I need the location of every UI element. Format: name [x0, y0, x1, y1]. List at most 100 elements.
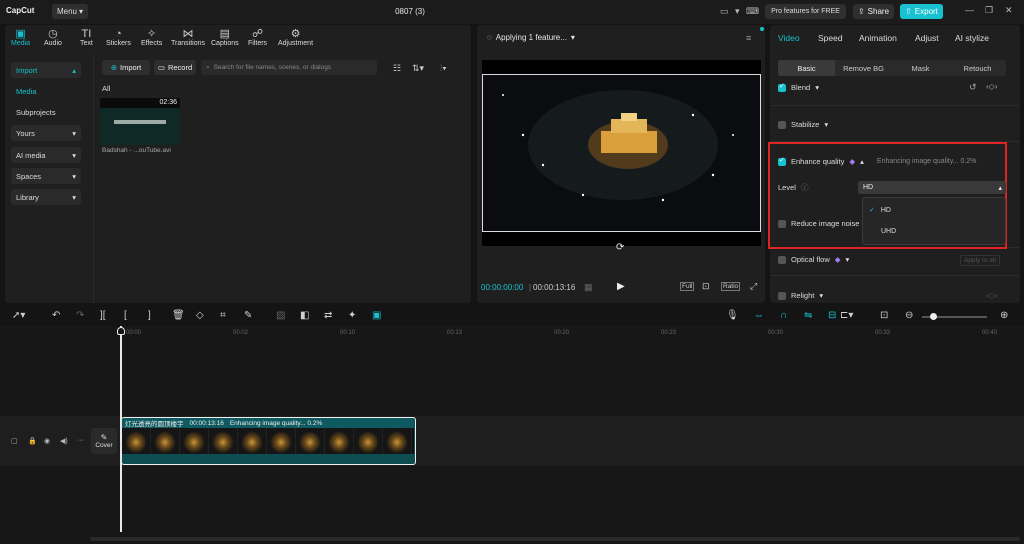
export-button[interactable]: ⇧ Export [900, 4, 943, 19]
keyframe-icon[interactable]: ‹◇› [986, 291, 997, 300]
full-button[interactable]: Full [680, 282, 695, 291]
subtab-basic[interactable]: Basic [778, 60, 835, 76]
timeline-ruler[interactable]: 00:00 00:02 00:10 00:13 00:20 00:23 00:3… [120, 328, 1020, 340]
delete-icon[interactable]: 🗑 [172, 310, 185, 321]
layout-icon[interactable]: ▭ [720, 6, 729, 17]
redo-icon[interactable]: ↷ [76, 310, 84, 321]
chevron-down-icon[interactable]: ▾ [571, 33, 575, 42]
playhead[interactable] [120, 326, 122, 532]
chevron-down-icon[interactable]: ▾ [824, 120, 828, 129]
sidebar-item-ai-media[interactable]: AI media ▾ [11, 147, 81, 163]
fit-icon[interactable]: ⊡ [880, 310, 888, 321]
chevron-down-icon[interactable]: ▾ [735, 6, 740, 17]
grid-view-icon[interactable]: ☷ [393, 63, 401, 74]
magic-icon[interactable]: ✎ [244, 310, 252, 321]
link-clips-icon[interactable]: ⇔ [754, 310, 764, 321]
keyframe-icon[interactable]: ‹◇› [986, 82, 997, 91]
media-item-thumbnail[interactable]: 02:36 [100, 98, 180, 145]
linkage-icon[interactable]: ⇋ [804, 310, 812, 321]
level-option-hd[interactable]: ✓ HD [869, 206, 891, 214]
blend-checkbox[interactable] [778, 82, 786, 92]
tab-animation[interactable]: Animation [859, 33, 897, 43]
zoom-slider-handle[interactable] [930, 313, 937, 320]
undo-icon[interactable]: ↶ [52, 310, 60, 321]
level-option-uhd[interactable]: UHD [881, 228, 896, 235]
ratio-button[interactable]: Ratio [721, 282, 741, 291]
split-right-icon[interactable]: ] [148, 310, 151, 321]
tab-video[interactable]: Video [778, 33, 800, 43]
chevron-down-icon[interactable]: ▾ [846, 255, 850, 264]
mirror-icon[interactable]: ◧ [300, 310, 309, 321]
tab-transitions[interactable]: ⋈ Transitions [171, 28, 205, 47]
subtab-retouch[interactable]: Retouch [949, 60, 1006, 76]
mute-icon[interactable]: ◀) [60, 437, 68, 445]
timeline[interactable]: 00:00 00:02 00:10 00:13 00:20 00:23 00:3… [0, 326, 1024, 544]
playhead-handle[interactable] [117, 327, 125, 335]
preview-axis-icon[interactable]: ⊟ [828, 310, 836, 321]
track-lock-icon[interactable]: ▢ [11, 437, 18, 445]
tab-filters[interactable]: ☍ Filters [248, 28, 267, 47]
timeline-scrollbar[interactable] [90, 537, 1020, 541]
tab-media[interactable]: ▣ Media [11, 28, 30, 47]
select-tool-icon[interactable]: ➚▾ [12, 310, 25, 321]
zoom-out-icon[interactable]: ⊖ [905, 310, 913, 321]
tab-effects[interactable]: ✧ Effects [141, 28, 162, 47]
close-icon[interactable]: ✕ [1005, 5, 1013, 16]
sidebar-item-import[interactable]: Import ▴ [11, 62, 81, 78]
tab-ai-stylize[interactable]: AI stylize [955, 33, 989, 43]
subtab-mask[interactable]: Mask [892, 60, 949, 76]
video-preview[interactable] [482, 60, 761, 246]
tab-adjustment[interactable]: ⚙ Adjustment [278, 28, 313, 47]
reset-icon[interactable]: ↺ [969, 82, 977, 93]
import-button[interactable]: ⊕ Import [102, 60, 150, 75]
sidebar-item-spaces[interactable]: Spaces ▾ [11, 168, 81, 184]
tab-stickers[interactable]: ◔ Stickers [106, 28, 131, 47]
split-left-icon[interactable]: [ [124, 310, 127, 321]
play-button[interactable]: ▶ [617, 281, 625, 292]
tab-text[interactable]: TI Text [80, 28, 93, 47]
tab-captions[interactable]: ▤ Captions [211, 28, 239, 47]
split-icon[interactable]: ][ [100, 310, 106, 321]
record-button[interactable]: ▭ Record [154, 60, 196, 75]
hd-icon[interactable]: ▣ [372, 310, 381, 321]
subtab-remove-bg[interactable]: Remove BG [835, 60, 892, 76]
sidebar-item-yours[interactable]: Yours ▾ [11, 125, 81, 141]
level-select[interactable]: HD ▴ [858, 181, 1006, 194]
share-button[interactable]: ⇪ Share [853, 4, 894, 19]
maximize-icon[interactable]: ❐ [985, 5, 993, 16]
rotate-handle-icon[interactable]: ⟳ [616, 242, 624, 253]
stabilize-checkbox[interactable] [778, 120, 786, 129]
microphone-icon[interactable]: 🎙 [726, 310, 739, 321]
reverse-icon[interactable]: ⇄ [324, 310, 332, 321]
sort-icon[interactable]: ⇅▾ [412, 63, 424, 74]
keyboard-icon[interactable]: ⌨ [746, 6, 759, 17]
sidebar-item-subprojects[interactable]: Subprojects [11, 104, 81, 120]
crop-icon[interactable]: ⌗ [220, 310, 226, 321]
player-menu-icon[interactable]: ≡ [746, 33, 751, 43]
cover-button[interactable]: ✎ Cover [91, 428, 117, 454]
sidebar-item-media[interactable]: Media [11, 83, 81, 99]
magnet-icon[interactable]: ∩ [780, 310, 787, 321]
tab-speed[interactable]: Speed [818, 33, 843, 43]
lock-icon[interactable]: 🔒 [28, 437, 37, 445]
menu-button[interactable]: Menu ▾ [52, 4, 88, 19]
focus-icon[interactable]: ⊡ [702, 281, 710, 292]
pro-features-button[interactable]: Pro features for FREE [765, 4, 846, 19]
split-view-icon[interactable]: ⊏▾ [840, 310, 853, 321]
zoom-slider[interactable] [922, 313, 987, 320]
relight-checkbox[interactable] [778, 291, 786, 300]
sidebar-item-library[interactable]: Library ▾ [11, 189, 81, 205]
mark-icon[interactable]: ◇ [196, 310, 204, 321]
chevron-down-icon[interactable]: ▾ [815, 83, 819, 92]
apply-all-button[interactable]: Apply to all [960, 255, 1000, 266]
visibility-icon[interactable]: ◉ [44, 437, 50, 445]
ai-effects-icon[interactable]: ✦ [348, 310, 356, 321]
filter-icon[interactable]: ⫶▾ [440, 63, 447, 74]
more-icon[interactable]: ··· [77, 437, 84, 444]
tab-audio[interactable]: ◷ Audio [44, 28, 62, 47]
minimize-icon[interactable]: — [965, 5, 974, 15]
tab-adjust[interactable]: Adjust [915, 33, 939, 43]
chevron-down-icon[interactable]: ▾ [819, 291, 823, 300]
video-clip[interactable]: 灯光透亮的圆顶楼宇 00:00:13:16 Enhancing image qu… [121, 417, 416, 465]
zoom-in-icon[interactable]: ⊕ [1000, 310, 1008, 321]
